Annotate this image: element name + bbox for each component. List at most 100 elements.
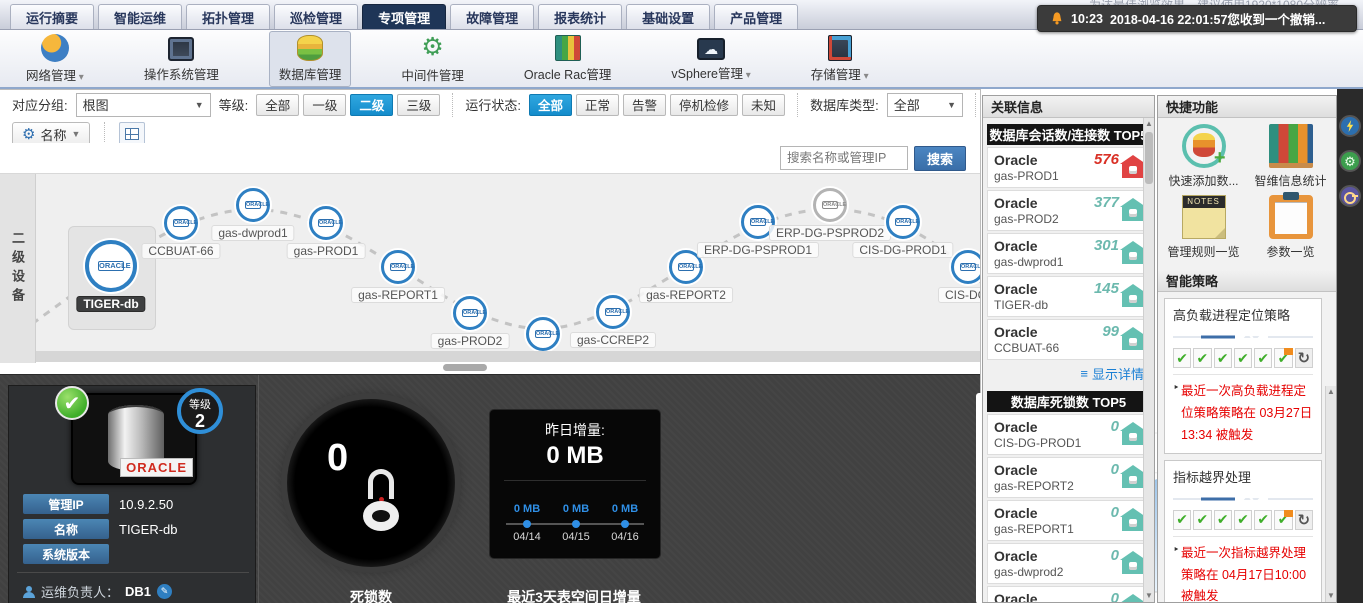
check-icon[interactable]: ✔ (1173, 510, 1191, 530)
search-button[interactable]: 搜索 (914, 146, 966, 171)
ribbon-item[interactable]: 存储管理 (801, 31, 879, 87)
status-filter-button[interactable]: 未知 (742, 94, 785, 116)
status-filter-button[interactable]: 告警 (623, 94, 666, 116)
status-filter-label: 运行状态: (465, 95, 521, 114)
quick-function-item[interactable]: 管理规则一览 (1160, 195, 1247, 260)
quick-function-item[interactable]: 参数一览 (1247, 195, 1334, 260)
search-input[interactable] (780, 146, 908, 170)
ribbon-item-label: vSphere管理 (671, 63, 750, 82)
oracle-node-icon: ORACLE (85, 240, 137, 292)
main-tab[interactable]: 巡检管理 (274, 4, 358, 29)
check-icon[interactable]: ✔ (1234, 510, 1252, 530)
dbtype-select[interactable]: 全部 ▼ (887, 93, 963, 117)
deadlocks-top5-item[interactable]: Oracle CIS-DG-PROD1 0 (987, 414, 1150, 455)
sessions-top5-item[interactable]: Oracle gas-PROD2 377 (987, 190, 1150, 231)
scroll-down-arrow[interactable]: ▼ (1144, 590, 1154, 602)
quick-function-item[interactable]: 快速添加数... (1160, 124, 1247, 189)
main-tab[interactable]: 故障管理 (450, 4, 534, 29)
deadlocks-top5-item[interactable]: Oracle gas-REPORT2 0 (987, 457, 1150, 498)
check-icon[interactable]: ✔ (1254, 348, 1272, 368)
check-icon[interactable]: ✔ (1254, 510, 1272, 530)
check-icon[interactable]: ✔ (1214, 348, 1232, 368)
ribbon-item[interactable]: 数据库管理 (269, 31, 352, 87)
key-button[interactable] (1339, 185, 1361, 207)
status-filter-button[interactable]: 正常 (576, 94, 619, 116)
main-tab[interactable]: 报表统计 (538, 4, 622, 29)
edit-pencil-icon[interactable]: ✎ (157, 584, 172, 599)
topology-node[interactable]: ORACLE CIS-DG-PROD1 (886, 205, 920, 239)
attribute-row: 系统版本 (23, 544, 243, 564)
level-filter-button[interactable]: 全部 (256, 94, 299, 116)
ribbon-item[interactable]: ⚙ 中间件管理 (391, 30, 474, 88)
ribbon-item[interactable]: ☁ vSphere管理 (661, 31, 760, 86)
topology-node[interactable]: ORACLE TIGER-db (85, 240, 137, 292)
group-select-value: 根图 (83, 95, 109, 114)
main-tab[interactable]: 运行摘要 (10, 4, 94, 29)
check-icon[interactable]: ✔ (1274, 510, 1292, 530)
check-icon[interactable]: ✔ (1214, 510, 1232, 530)
sessions-top5-item[interactable]: Oracle CCBUAT-66 99 (987, 319, 1150, 360)
topology-node[interactable]: ORACLE gas-dwprod1 (236, 188, 270, 222)
main-tab[interactable]: 基础设置 (626, 4, 710, 29)
level-filter-button[interactable]: 二级 (350, 94, 393, 116)
main-tab[interactable]: 产品管理 (714, 4, 798, 29)
quick-function-item[interactable]: 智维信息统计 (1247, 124, 1334, 189)
horizontal-scrollbar[interactable] (36, 351, 980, 362)
scroll-up-arrow[interactable]: ▲ (1144, 118, 1154, 130)
main-tab[interactable]: 专项管理 (362, 4, 446, 29)
show-details-link[interactable]: ≡ 显示详情 (983, 360, 1154, 385)
vertical-scrollbar[interactable]: ▲ ▼ (1143, 118, 1154, 602)
vertical-scrollbar[interactable]: ▲ ▼ (1325, 386, 1336, 602)
status-filter-button[interactable]: 停机检修 (670, 94, 738, 116)
check-icon[interactable]: ↻ (1295, 510, 1313, 530)
topology-node[interactable]: ORACLE gas-CCREP2 (596, 295, 630, 329)
topology-level-text: 二级设备 (8, 231, 27, 307)
quick-function-label: 智维信息统计 (1254, 172, 1326, 189)
main-tab[interactable]: 智能运维 (98, 4, 182, 29)
notification-toast[interactable]: 10:23 2018-04-16 22:01:57您收到一个撤销... (1037, 5, 1357, 32)
ribbon-item-icon (168, 37, 194, 61)
topology-canvas[interactable]: ORACLE TIGER-db ORACLE CCBUAT-66 ORACLE … (36, 174, 980, 352)
ribbon-item-label: 中间件管理 (401, 65, 464, 84)
gears-button[interactable]: ⚙ (1339, 150, 1361, 172)
level-filter-button[interactable]: 三级 (397, 94, 440, 116)
sessions-top5-item[interactable]: Oracle gas-PROD1 576 (987, 147, 1150, 188)
scroll-up-arrow[interactable]: ▲ (1326, 386, 1336, 398)
topology-node[interactable]: ORACLE CIS-DG- (951, 250, 980, 284)
topology-node[interactable]: ORACLE gas-PROD1 (309, 206, 343, 240)
deadlocks-top5-item[interactable]: Oracle dwprod 0 (987, 586, 1150, 603)
topology-side-label: 二级设备 (0, 174, 36, 363)
group-select[interactable]: 根图 ▼ (76, 93, 211, 117)
sessions-top5-item[interactable]: Oracle gas-dwprod1 301 (987, 233, 1150, 274)
check-icon[interactable]: ✔ (1274, 348, 1292, 368)
main-tab[interactable]: 拓扑管理 (186, 4, 270, 29)
sessions-top5-item[interactable]: Oracle TIGER-db 145 (987, 276, 1150, 317)
ribbon-item[interactable]: 网络管理 (16, 30, 94, 88)
status-filter-button[interactable]: 全部 (529, 94, 572, 116)
gears-icon: ⚙ (1344, 155, 1356, 168)
topology-node[interactable]: ORACLE CCBUAT-66 (164, 206, 198, 240)
scroll-down-arrow[interactable]: ▼ (1326, 590, 1336, 602)
check-icon[interactable]: ↻ (1295, 348, 1313, 368)
check-icon[interactable]: ✔ (1234, 348, 1252, 368)
check-icon[interactable]: ✔ (1193, 510, 1211, 530)
deadlocks-top5-item[interactable]: Oracle gas-REPORT1 0 (987, 500, 1150, 541)
topology-node[interactable]: ORACLE gas-PROD2 (453, 296, 487, 330)
scrollbar-thumb[interactable] (1145, 132, 1153, 184)
ribbon-item[interactable]: Oracle Rac管理 (514, 31, 622, 87)
padlock-shackle (368, 469, 394, 499)
oracle-node-text: ORACLE (245, 201, 261, 209)
panel-resize-handle[interactable] (443, 364, 487, 371)
session-count: 145 (1094, 280, 1119, 297)
lightning-button[interactable] (1339, 115, 1361, 137)
topology-node[interactable]: ORACLE ERP-DG-PSPROD2 (813, 188, 847, 222)
level-filter-button[interactable]: 一级 (303, 94, 346, 116)
timeline-point: 0 MB 04/15 (551, 503, 601, 543)
caret-down-icon: ▼ (195, 100, 204, 110)
check-icon[interactable]: ✔ (1193, 348, 1211, 368)
topology-node[interactable]: ORACLE gas-REPORT1 (381, 250, 415, 284)
topology-node[interactable]: ORACLE (526, 317, 560, 351)
ribbon-item[interactable]: 操作系统管理 (134, 31, 229, 87)
check-icon[interactable]: ✔ (1173, 348, 1191, 368)
deadlocks-top5-item[interactable]: Oracle gas-dwprod2 0 (987, 543, 1150, 584)
